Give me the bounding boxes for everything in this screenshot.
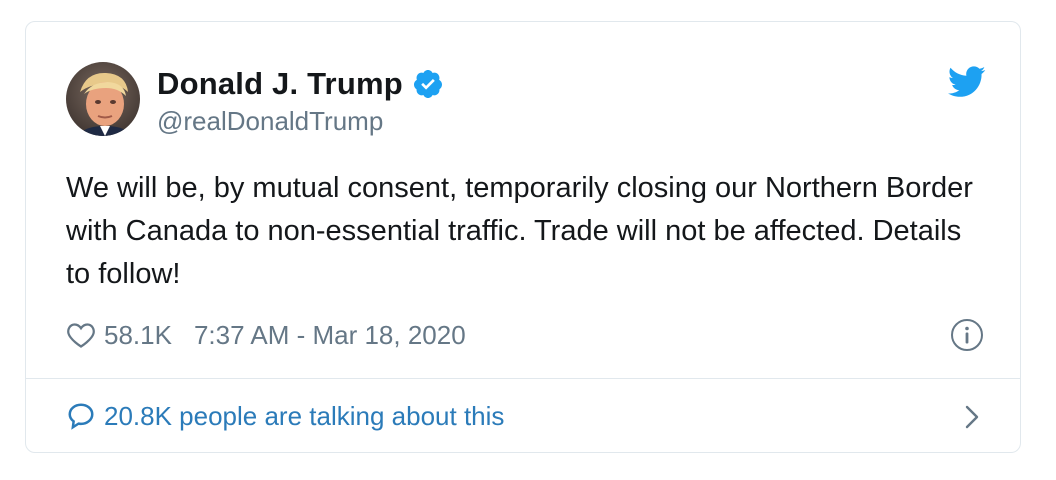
info-icon[interactable] <box>950 318 984 352</box>
tweet-card: Donald J. Trump @realDonaldTrump We will… <box>25 21 1021 453</box>
tweet-timestamp[interactable]: 7:37 AM - Mar 18, 2020 <box>194 320 466 351</box>
verified-badge-icon <box>412 68 444 100</box>
twitter-bird-icon[interactable] <box>947 66 986 98</box>
card-divider <box>26 378 1020 379</box>
comment-bubble-icon <box>66 401 96 431</box>
chevron-right-icon[interactable] <box>964 404 980 430</box>
tweet-header: Donald J. Trump @realDonaldTrump <box>66 62 986 138</box>
like-count[interactable]: 58.1K <box>104 320 172 351</box>
author-name-row: Donald J. Trump <box>157 64 444 104</box>
conversation-link[interactable]: 20.8K people are talking about this <box>66 396 984 436</box>
author-display-name[interactable]: Donald J. Trump <box>157 66 403 102</box>
conversation-count-text[interactable]: 20.8K people are talking about this <box>104 401 504 432</box>
tweet-meta-row: 58.1K 7:37 AM - Mar 18, 2020 <box>66 318 984 352</box>
avatar[interactable] <box>66 62 140 136</box>
author-handle[interactable]: @realDonaldTrump <box>157 106 383 137</box>
heart-icon[interactable] <box>66 321 96 349</box>
tweet-text: We will be, by mutual consent, temporari… <box>66 172 973 290</box>
